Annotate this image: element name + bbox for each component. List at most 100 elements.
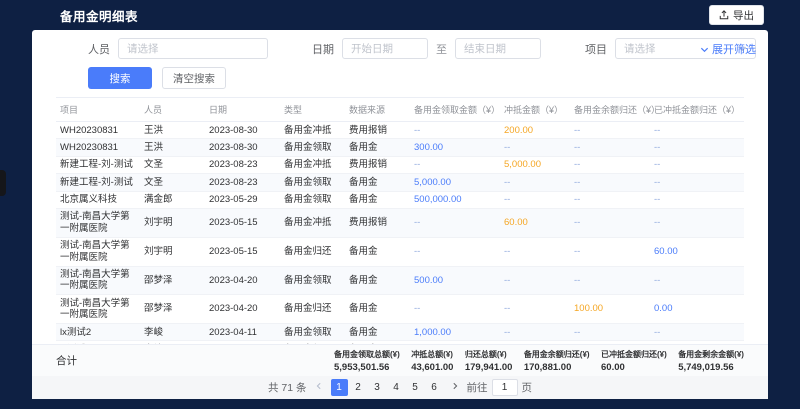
summary-item: 备用金余额归还(¥)170,881.00	[524, 349, 590, 373]
content-card: 人员 日期 至 项目 请选择 展开筛选 搜索 清空搜索 项目人员日期类型数据来源…	[32, 30, 768, 399]
cell-date: 2023-05-15	[205, 237, 280, 266]
cell-date: 2023-04-20	[205, 295, 280, 324]
summary-item-value: 170,881.00	[524, 362, 590, 373]
cell-source: 备用金	[345, 191, 410, 208]
date-start-input[interactable]	[342, 38, 428, 59]
column-header-project: 项目	[56, 98, 140, 122]
page-button-2[interactable]: 2	[350, 379, 367, 396]
table-row[interactable]: lx测试2李峻2023-04-11备用金领取备用金1,000.00------	[56, 324, 744, 341]
summary-item-value: 43,601.00	[411, 362, 453, 373]
cell-type: 备用金冲抵	[280, 208, 345, 237]
cell-balance_return: --	[570, 324, 650, 341]
goto-page-input[interactable]	[492, 379, 518, 396]
expand-filters-button[interactable]: 展开筛选	[700, 41, 756, 57]
cell-balance_return: --	[570, 266, 650, 295]
prev-page-button[interactable]	[315, 382, 323, 393]
cell-person: 李峻	[140, 324, 205, 341]
pager-pages: 123456	[331, 379, 443, 396]
table-row[interactable]: 测试-南昌大学第一附属医院邵梦泽2023-04-20备用金领取备用金500.00…	[56, 266, 744, 295]
cell-date: 2023-08-23	[205, 174, 280, 191]
cell-received: 500.00	[410, 266, 500, 295]
data-table-container: 项目人员日期类型数据来源备用金领取金额（¥）冲抵金额（¥）备用金余额归还（¥）已…	[56, 97, 744, 344]
column-header-type: 类型	[280, 98, 345, 122]
cell-date: 2023-04-11	[205, 324, 280, 341]
page-button-1[interactable]: 1	[331, 379, 348, 396]
date-end-input[interactable]	[455, 38, 541, 59]
table-row[interactable]: WH20230831王洪2023-08-30备用金领取备用金300.00----…	[56, 139, 744, 156]
cell-offset_return: --	[650, 266, 744, 295]
page-button-4[interactable]: 4	[388, 379, 405, 396]
cell-type: 备用金领取	[280, 139, 345, 156]
table-row[interactable]: 测试-南昌大学第一附属医院刘宇明2023-05-15备用金归还备用金------…	[56, 237, 744, 266]
cell-received: --	[410, 295, 500, 324]
page-button-6[interactable]: 6	[426, 379, 443, 396]
cell-balance_return: 100.00	[570, 295, 650, 324]
sidebar-expand-handle[interactable]	[0, 170, 6, 196]
cell-person: 邵梦泽	[140, 295, 205, 324]
cell-project: WH20230831	[56, 122, 140, 139]
goto-page-suffix: 页	[522, 380, 533, 395]
search-button[interactable]: 搜索	[88, 67, 152, 89]
cell-person: 王洪	[140, 122, 205, 139]
expand-filters-label: 展开筛选	[712, 41, 756, 57]
cell-source: 费用报销	[345, 122, 410, 139]
summary-item: 冲抵总额(¥) 43,601.00	[411, 349, 453, 373]
goto-page-group: 前往 页	[467, 379, 533, 396]
cell-source: 备用金	[345, 174, 410, 191]
table-row[interactable]: 测试-南昌大学第一附属医院邵梦泽2023-04-20备用金归还备用金----10…	[56, 295, 744, 324]
cell-person: 刘宇明	[140, 237, 205, 266]
column-header-balance_return: 备用金余额归还（¥）	[570, 98, 650, 122]
cell-source: 备用金	[345, 266, 410, 295]
column-header-source: 数据来源	[345, 98, 410, 122]
table-row[interactable]: 测试-南昌大学第一附属医院刘宇明2023-05-15备用金冲抵费用报销--60.…	[56, 208, 744, 237]
cell-project: 新建工程-刘-测试	[56, 174, 140, 191]
cell-received: --	[410, 122, 500, 139]
cell-offset_return: --	[650, 122, 744, 139]
table-row[interactable]: 新建工程-刘-测试文圣2023-08-23备用金领取备用金5,000.00---…	[56, 174, 744, 191]
summary-item: 备用金领取总额(¥)5,953,501.56	[334, 349, 400, 373]
summary-item-label: 归还总额(¥)	[465, 349, 513, 360]
cell-offset_return: --	[650, 139, 744, 156]
summary-row: 合计 备用金领取总额(¥)5,953,501.56 冲抵总额(¥) 43,601.0…	[32, 344, 768, 376]
cell-type: 备用金领取	[280, 174, 345, 191]
table-body: WH20230831王洪2023-08-30备用金冲抵费用报销--200.00-…	[56, 122, 744, 345]
cell-type: 备用金归还	[280, 295, 345, 324]
cell-offset_return: --	[650, 174, 744, 191]
summary-item-value: 5,749,019.56	[678, 362, 744, 373]
cell-offset: --	[500, 324, 570, 341]
table-header-row: 项目人员日期类型数据来源备用金领取金额（¥）冲抵金额（¥）备用金余额归还（¥）已…	[56, 98, 744, 122]
pagination-total-text: 共 71 条	[268, 380, 307, 395]
table-row[interactable]: WH20230831王洪2023-08-30备用金冲抵费用报销--200.00-…	[56, 122, 744, 139]
summary-total-label: 合计	[56, 353, 334, 368]
cell-type: 备用金领取	[280, 266, 345, 295]
cell-source: 备用金	[345, 139, 410, 156]
summary-item-label: 冲抵总额(¥)	[411, 349, 453, 360]
cell-project: 测试-南昌大学第一附属医院	[56, 295, 140, 324]
next-page-button[interactable]	[451, 382, 459, 393]
table-row[interactable]: 新建工程-刘-测试文圣2023-08-23备用金冲抵费用报销--5,000.00…	[56, 156, 744, 173]
cell-offset_return: --	[650, 191, 744, 208]
cell-source: 费用报销	[345, 156, 410, 173]
cell-person: 邵梦泽	[140, 266, 205, 295]
cell-received: 300.00	[410, 139, 500, 156]
cell-date: 2023-08-30	[205, 139, 280, 156]
person-filter-input[interactable]	[118, 38, 268, 59]
chevron-left-icon	[315, 382, 323, 390]
cell-person: 王洪	[140, 139, 205, 156]
cell-project: 测试-南昌大学第一附属医院	[56, 266, 140, 295]
table-row[interactable]: 北京属义科技满金郎2023-05-29备用金领取备用金500,000.00---…	[56, 191, 744, 208]
summary-item: 已冲抵金额归还(¥)60.00	[601, 349, 667, 373]
page-button-3[interactable]: 3	[369, 379, 386, 396]
page-button-5[interactable]: 5	[407, 379, 424, 396]
cell-date: 2023-08-30	[205, 122, 280, 139]
column-header-person: 人员	[140, 98, 205, 122]
clear-search-button[interactable]: 清空搜索	[162, 67, 226, 89]
cell-date: 2023-08-23	[205, 156, 280, 173]
export-button[interactable]: 导出	[709, 5, 764, 25]
cell-person: 文圣	[140, 174, 205, 191]
cell-type: 备用金冲抵	[280, 156, 345, 173]
summary-item-value: 5,953,501.56	[334, 362, 400, 373]
top-header-bar: 备用金明细表 导出	[0, 0, 800, 30]
cell-date: 2023-04-20	[205, 266, 280, 295]
column-header-offset: 冲抵金额（¥）	[500, 98, 570, 122]
